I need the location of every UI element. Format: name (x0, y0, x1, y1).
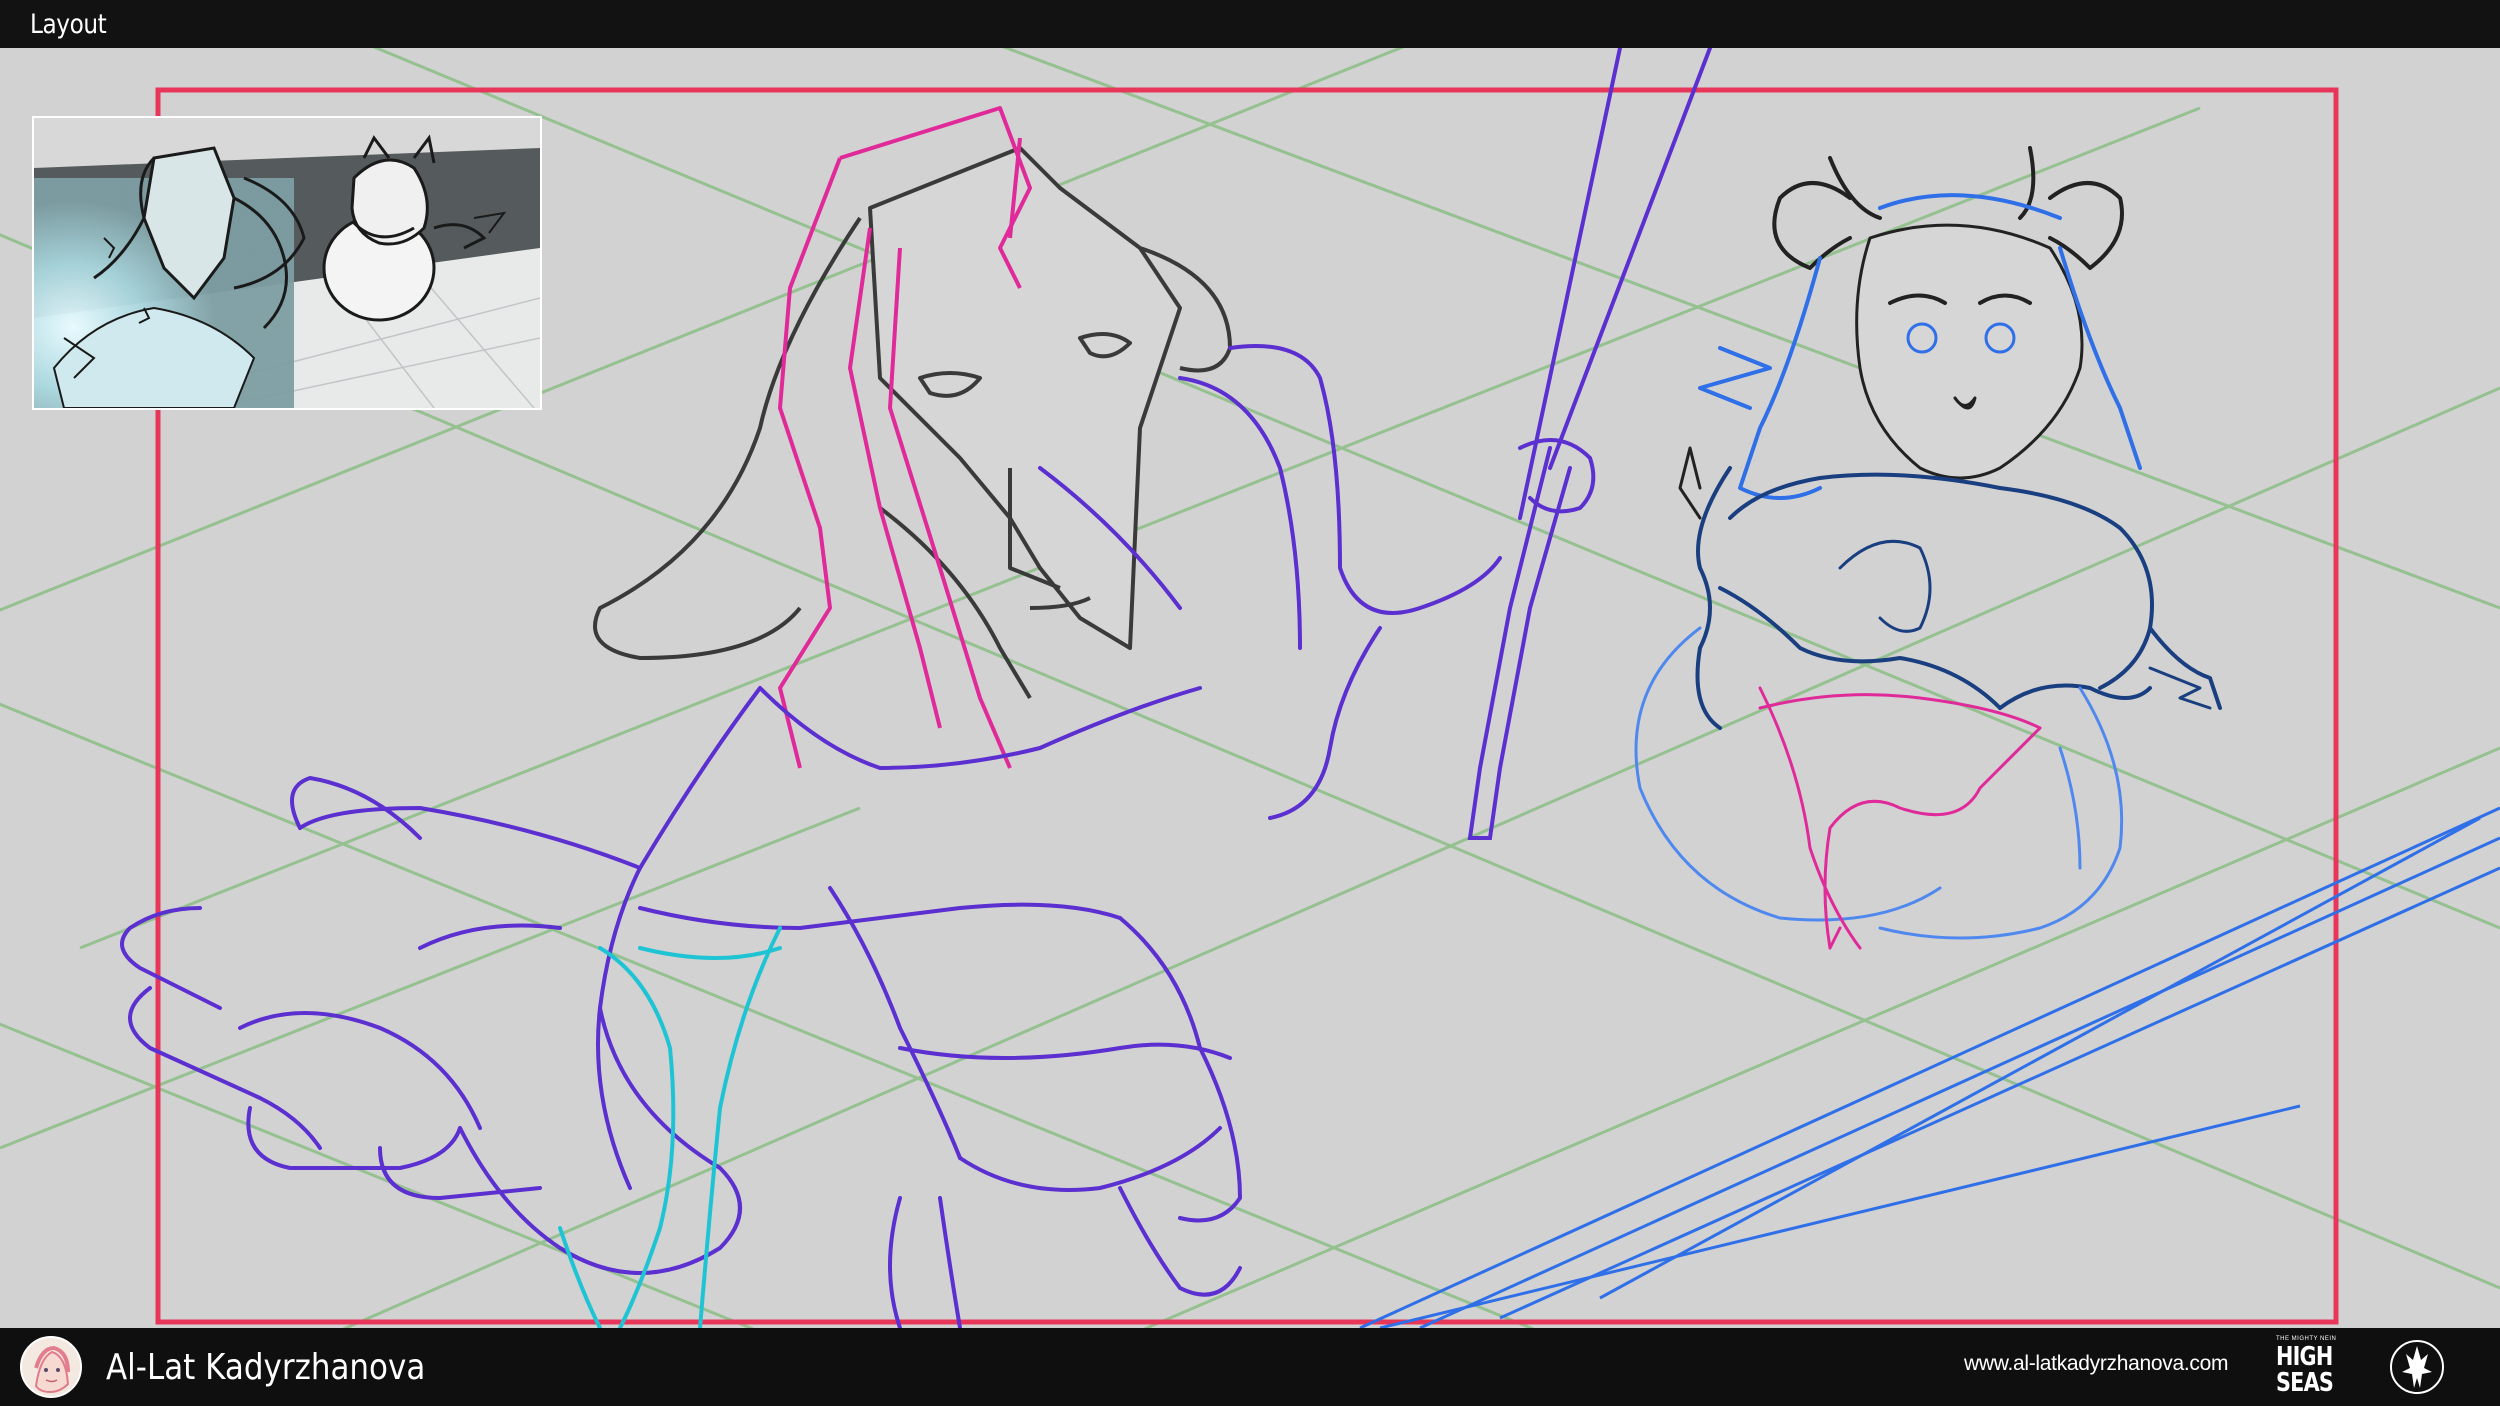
footer-bar: Al-Lat Kadyrzhanova www.al-latkadyrzhano… (0, 1328, 2500, 1406)
app-window: Layout Al-Lat Kadyrzhanova www.al-latkad… (0, 0, 2500, 1406)
reference-thumbnail[interactable] (32, 116, 542, 410)
emblem-icon (2390, 1340, 2444, 1394)
window-title: Layout (30, 8, 107, 40)
floor-sketch-lines (1359, 806, 2500, 1328)
emblem-logo (2384, 1338, 2450, 1396)
title-bar: Layout (0, 0, 2500, 48)
reference-thumbnail-image (34, 118, 540, 408)
artist-name: Al-Lat Kadyrzhanova (106, 1346, 426, 1388)
drawing-canvas[interactable] (0, 48, 2500, 1328)
artist-avatar[interactable] (20, 1336, 82, 1398)
avatar-icon (22, 1338, 80, 1396)
staff-sketch (1467, 48, 1712, 840)
high-seas-logo: THE MIGHTY NEIN HIGH SEAS (2272, 1334, 2352, 1402)
logo-line-seas: SEAS (2276, 1368, 2334, 1398)
artist-website-link[interactable]: www.al-latkadyrzhanova.com (1964, 1352, 2228, 1376)
logo-line-high: HIGH (2276, 1342, 2333, 1372)
